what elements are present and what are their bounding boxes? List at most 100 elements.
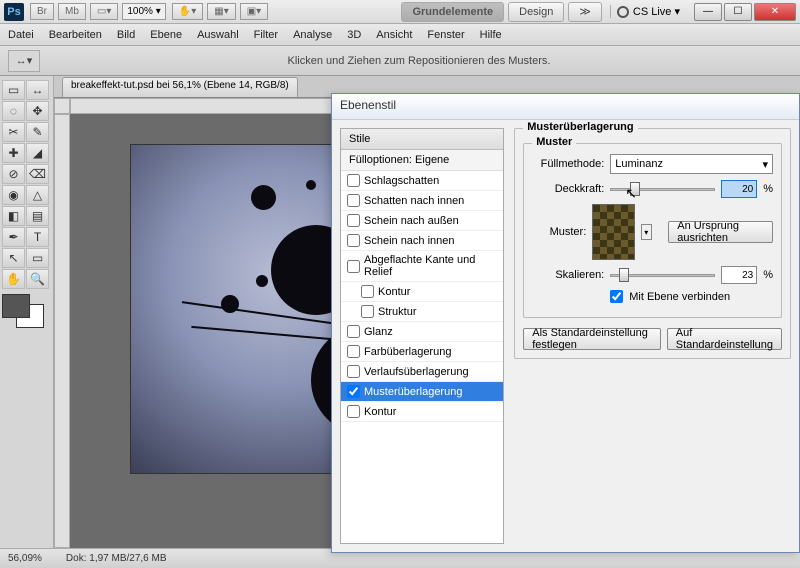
tool-hand[interactable]: ✋ <box>2 269 25 289</box>
opacity-label: Deckkraft: <box>532 183 604 195</box>
tool-lasso[interactable]: ◌ <box>2 101 25 121</box>
style-schlagschatten[interactable]: Schlagschatten <box>341 171 503 191</box>
tool-path[interactable]: ↖ <box>2 248 25 268</box>
styles-list: Stile Fülloptionen: Eigene Schlagschatte… <box>340 128 504 544</box>
menu-filter[interactable]: Filter <box>254 29 278 41</box>
tool-heal[interactable]: ✚ <box>2 143 25 163</box>
menu-bild[interactable]: Bild <box>117 29 135 41</box>
workspace-design[interactable]: Design <box>508 2 564 22</box>
options-bar: ↔▾ Klicken und Ziehen zum Repositioniere… <box>0 46 800 76</box>
tool-blur[interactable]: ◧ <box>2 206 25 226</box>
tool-stamp[interactable]: ⊘ <box>2 164 25 184</box>
fill-options-row[interactable]: Fülloptionen: Eigene <box>341 150 503 171</box>
menu-datei[interactable]: Datei <box>8 29 34 41</box>
color-swatches[interactable] <box>2 294 48 334</box>
close-button[interactable]: ✕ <box>754 3 796 21</box>
pattern-thumbnail[interactable] <box>592 204 635 260</box>
menu-ansicht[interactable]: Ansicht <box>376 29 412 41</box>
tool-crop[interactable]: ✂ <box>2 122 25 142</box>
scale-input[interactable] <box>721 266 757 284</box>
tool-eraser[interactable]: ◉ <box>2 185 25 205</box>
tool-type[interactable]: T <box>26 227 49 247</box>
ruler-vertical[interactable] <box>54 114 70 548</box>
cb-kontur2[interactable] <box>347 405 360 418</box>
menu-analyse[interactable]: Analyse <box>293 29 332 41</box>
menu-fenster[interactable]: Fenster <box>427 29 464 41</box>
snap-origin-button[interactable]: An Ursprung ausrichten <box>668 221 773 243</box>
cb-schein-aussen[interactable] <box>347 214 360 227</box>
workspace-more[interactable]: ≫ <box>568 2 602 22</box>
menu-bar: Datei Bearbeiten Bild Ebene Auswahl Filt… <box>0 24 800 46</box>
style-bevel[interactable]: Abgeflachte Kante und Relief <box>341 251 503 282</box>
style-schatten-innen[interactable]: Schatten nach innen <box>341 191 503 211</box>
ps-logo-icon: Ps <box>4 3 24 21</box>
document-tab[interactable]: breakeffekt-tut.psd bei 56,1% (Ebene 14,… <box>62 77 298 97</box>
link-layer-checkbox[interactable] <box>610 290 623 303</box>
tool-eyedrop[interactable]: ✎ <box>26 122 49 142</box>
styles-header[interactable]: Stile <box>341 129 503 150</box>
menu-bearbeiten[interactable]: Bearbeiten <box>49 29 102 41</box>
tool-pen[interactable]: ✒ <box>2 227 25 247</box>
opacity-slider[interactable]: ↖ <box>610 188 715 191</box>
pattern-picker-arrow[interactable]: ▾ <box>641 224 652 240</box>
fg-color-swatch[interactable] <box>2 294 30 318</box>
tool-brush[interactable]: ◢ <box>26 143 49 163</box>
style-schein-aussen[interactable]: Schein nach außen <box>341 211 503 231</box>
tool-history[interactable]: ⌫ <box>26 164 49 184</box>
reset-default-button[interactable]: Auf Standardeinstellung <box>667 328 782 350</box>
status-doc-size[interactable]: Dok: 1,97 MB/27,6 MB <box>66 553 167 564</box>
options-hint: Klicken und Ziehen zum Repositionieren d… <box>46 55 792 67</box>
cb-farbe[interactable] <box>347 345 360 358</box>
cb-schein-innen[interactable] <box>347 234 360 247</box>
cb-schatten-innen[interactable] <box>347 194 360 207</box>
maximize-button[interactable]: ☐ <box>724 3 752 21</box>
tool-zoom[interactable]: 🔍 <box>26 269 49 289</box>
opacity-input[interactable] <box>721 180 757 198</box>
viewextras-button[interactable]: ▭▾ <box>90 3 118 20</box>
bridge-button[interactable]: Br <box>30 3 54 20</box>
cs-live-button[interactable]: CS Live ▾ <box>610 5 686 18</box>
arrange-button[interactable]: ▦▾ <box>207 3 235 20</box>
tool-shape[interactable]: ▭ <box>26 248 49 268</box>
style-kontur1[interactable]: Kontur <box>341 282 503 302</box>
blend-mode-select[interactable]: Luminanz▾ <box>610 154 773 174</box>
opacity-pct: % <box>763 183 773 195</box>
style-schein-innen[interactable]: Schein nach innen <box>341 231 503 251</box>
scale-pct: % <box>763 269 773 281</box>
cb-schlagschatten[interactable] <box>347 174 360 187</box>
active-tool-indicator[interactable]: ↔▾ <box>8 50 40 72</box>
menu-auswahl[interactable]: Auswahl <box>197 29 239 41</box>
cb-muster[interactable] <box>347 385 360 398</box>
menu-3d[interactable]: 3D <box>347 29 361 41</box>
hand-tb-button[interactable]: ✋▾ <box>172 3 203 20</box>
workspace-grundelemente[interactable]: Grundelemente <box>401 2 504 22</box>
tool-move[interactable]: ↔ <box>26 80 49 100</box>
cb-kontur1[interactable] <box>361 285 374 298</box>
cb-glanz[interactable] <box>347 325 360 338</box>
cb-struktur[interactable] <box>361 305 374 318</box>
tool-marquee[interactable]: ▭ <box>2 80 25 100</box>
minimize-button[interactable]: — <box>694 3 722 21</box>
cb-verlauf[interactable] <box>347 365 360 378</box>
menu-ebene[interactable]: Ebene <box>150 29 182 41</box>
scale-slider[interactable] <box>610 274 715 277</box>
cb-bevel[interactable] <box>347 260 360 273</box>
style-farbe[interactable]: Farbüberlagerung <box>341 342 503 362</box>
screenmode-button[interactable]: ▣▾ <box>240 3 268 20</box>
tool-wand[interactable]: ✥ <box>26 101 49 121</box>
make-default-button[interactable]: Als Standardeinstellung festlegen <box>523 328 661 350</box>
style-glanz[interactable]: Glanz <box>341 322 503 342</box>
tool-dodge[interactable]: ▤ <box>26 206 49 226</box>
status-zoom[interactable]: 56,09% <box>8 553 42 564</box>
style-kontur2[interactable]: Kontur <box>341 402 503 422</box>
minibridge-button[interactable]: Mb <box>58 3 86 20</box>
menu-hilfe[interactable]: Hilfe <box>480 29 502 41</box>
style-struktur[interactable]: Struktur <box>341 302 503 322</box>
title-bar: Ps Br Mb ▭▾ 100% ▾ ✋▾ ▦▾ ▣▾ Grundelement… <box>0 0 800 24</box>
tool-gradient[interactable]: △ <box>26 185 49 205</box>
style-muster[interactable]: Musterüberlagerung <box>341 382 503 402</box>
dialog-title[interactable]: Ebenenstil <box>332 94 799 120</box>
style-verlauf[interactable]: Verlaufsüberlagerung <box>341 362 503 382</box>
zoom-select[interactable]: 100% ▾ <box>122 3 165 20</box>
pattern-overlay-group: Musterüberlagerung Muster Füllmethode: L… <box>514 128 791 359</box>
